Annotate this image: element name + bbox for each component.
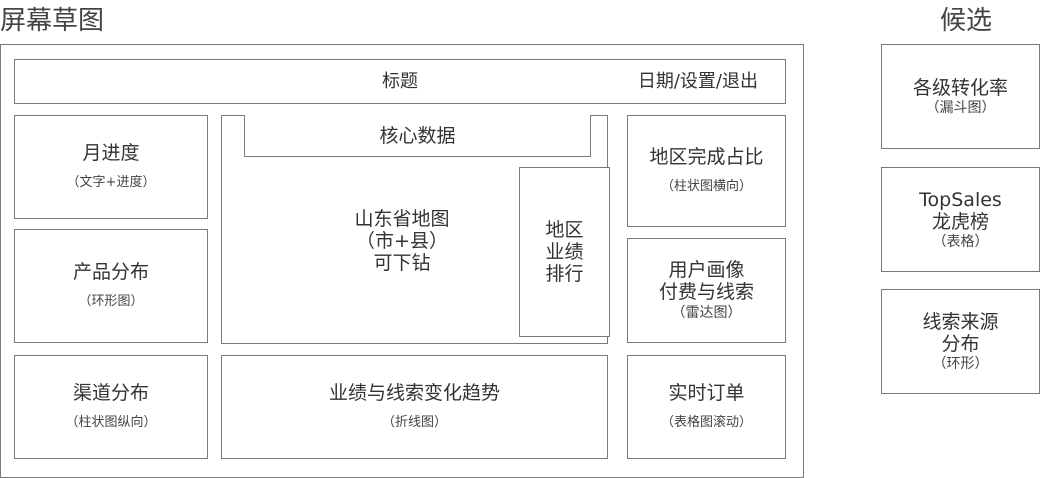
panel-user-profile: 用户画像 付费与线索 （雷达图）: [627, 238, 786, 343]
candidate-conversion: 各级转化率 （漏斗图）: [881, 44, 1040, 149]
candidate-line-2: 龙虎榜: [931, 210, 989, 233]
rank-line-3: 排行: [545, 263, 584, 285]
panel-product-distribution: 产品分布 （环形图）: [14, 229, 208, 343]
map-line-3: 可下钻: [373, 252, 431, 274]
panel-realtime-orders: 实时订单 （表格图滚动）: [627, 355, 786, 459]
candidate-topsales: TopSales 龙虎榜 （表格）: [881, 167, 1040, 272]
panel-title: 产品分布: [72, 261, 149, 283]
panel-map-area: 核心数据 山东省地图 （市+县） 可下钻 地区 业绩 排行: [221, 115, 610, 344]
candidate-subtitle: （环形）: [932, 355, 989, 372]
rank-line-2: 业绩: [545, 241, 584, 263]
profile-line-1: 用户画像: [668, 259, 745, 281]
panel-title: 地区完成占比: [649, 146, 764, 168]
panel-core-data: 核心数据: [244, 115, 591, 157]
candidate-line-1: 线索来源: [922, 310, 999, 333]
header-title: 标题: [382, 71, 418, 92]
panel-title: 月进度: [82, 142, 140, 164]
candidate-line-2: 分布: [941, 332, 980, 355]
panel-region-completion: 地区完成占比 （柱状图横向）: [627, 115, 786, 227]
panel-title: 核心数据: [379, 124, 456, 147]
candidates-heading: 候选: [940, 6, 993, 36]
panel-subtitle: （表格图滚动）: [660, 415, 752, 430]
profile-line-2: 付费与线索: [658, 281, 754, 303]
panel-subtitle: （雷达图）: [671, 305, 742, 321]
panel-subtitle: （柱状图横向）: [660, 179, 752, 194]
panel-subtitle: （文字+进度）: [66, 175, 156, 190]
panel-title: 实时订单: [668, 382, 745, 404]
candidate-subtitle: （漏斗图）: [925, 99, 996, 116]
candidate-line-1: TopSales: [919, 188, 1002, 211]
panel-title: 渠道分布: [72, 382, 149, 404]
panel-title: 业绩与线索变化趋势: [328, 382, 500, 404]
panel-region-rank: 地区 业绩 排行: [519, 167, 610, 337]
panel-channel-distribution: 渠道分布 （柱状图纵向）: [14, 355, 208, 459]
rank-line-1: 地区: [545, 219, 584, 241]
panel-month-progress: 月进度 （文字+进度）: [14, 115, 208, 219]
header-bar: 标题 日期/设置/退出: [14, 59, 786, 104]
map-line-2: （市+县）: [356, 230, 448, 252]
map-line-1: 山东省地图: [354, 208, 450, 230]
header-actions: 日期/设置/退出: [637, 71, 758, 92]
map-placeholder: 山东省地图 （市+县） 可下钻: [292, 206, 512, 276]
panel-trend: 业绩与线索变化趋势 （折线图）: [221, 355, 608, 459]
sketch-heading: 屏幕草图: [0, 6, 105, 36]
panel-subtitle: （柱状图纵向）: [65, 415, 157, 430]
candidate-title: 各级转化率: [912, 76, 1008, 99]
panel-subtitle: （环形图）: [78, 294, 144, 309]
panel-subtitle: （折线图）: [381, 415, 447, 430]
candidate-lead-source: 线索来源 分布 （环形）: [881, 289, 1040, 394]
candidate-subtitle: （表格）: [932, 233, 989, 250]
